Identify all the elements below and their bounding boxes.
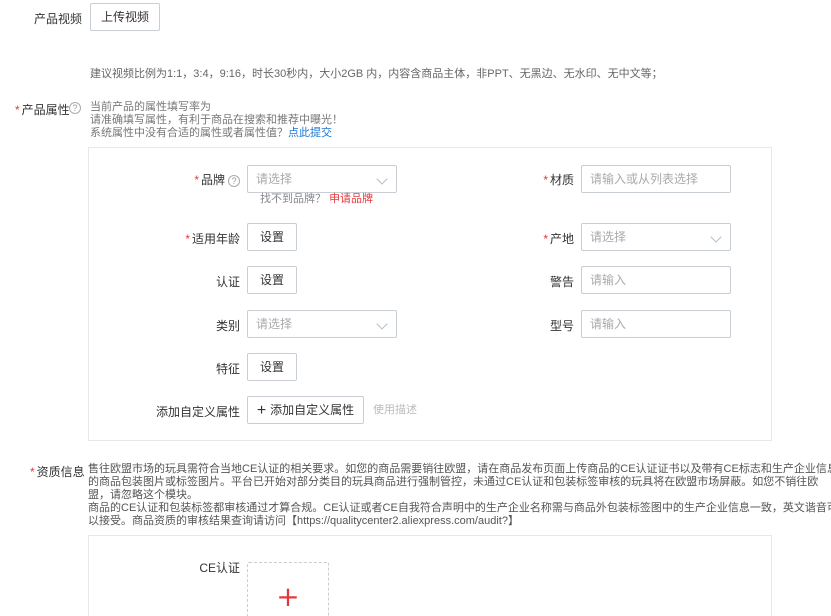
ce-upload-box[interactable]: + bbox=[247, 562, 329, 616]
upload-video-button[interactable]: 上传视频 bbox=[90, 3, 160, 31]
category-select-placeholder: 请选择 bbox=[256, 317, 292, 331]
chevron-down-icon bbox=[376, 318, 387, 329]
model-input[interactable]: 请输入 bbox=[581, 310, 731, 338]
material-label: *材质 bbox=[480, 171, 574, 188]
use-description-hint: 使用描述 bbox=[373, 404, 417, 417]
attributes-label: *产品属性 bbox=[15, 101, 70, 118]
origin-label-text: 产地 bbox=[550, 232, 574, 246]
category-label: 类别 bbox=[150, 317, 240, 334]
qualification-label: *资质信息 bbox=[30, 463, 85, 480]
certification-label: 认证 bbox=[150, 273, 240, 290]
question-circle-icon[interactable]: ? bbox=[228, 175, 240, 187]
submit-attribute-hint: 系统属性中没有合适的属性或者属性值？点此提交 bbox=[90, 127, 332, 140]
apply-brand-link[interactable]: 申请品牌 bbox=[329, 193, 373, 205]
feature-label: 特征 bbox=[150, 360, 240, 377]
plus-icon: + bbox=[257, 402, 266, 419]
video-tip: 建议视频比例为1:1，3:4，9:16，时长30秒内，大小2GB 内，内容含商品… bbox=[90, 68, 663, 81]
add-custom-attribute-text: 添加自定义属性 bbox=[270, 403, 354, 417]
submit-attribute-link[interactable]: 点此提交 bbox=[288, 127, 332, 139]
accuracy-hint: 请准确填写属性，有利于商品在搜索和推荐中曝光！ bbox=[90, 114, 343, 127]
required-mark: * bbox=[543, 173, 548, 187]
certification-setting-button[interactable]: 设置 bbox=[247, 266, 297, 294]
age-label: *适用年龄 bbox=[150, 230, 240, 247]
brand-missing-hint: 找不到品牌？ 申请品牌 bbox=[260, 193, 373, 206]
age-setting-button[interactable]: 设置 bbox=[247, 223, 297, 251]
video-label: 产品视频 bbox=[34, 10, 82, 27]
ce-label: CE认证 bbox=[150, 559, 240, 576]
required-mark: * bbox=[194, 173, 199, 187]
qualification-description: 售往欧盟市场的玩具需符合当地CE认证的相关要求。如您的商品需要销往欧盟，请在商品… bbox=[88, 463, 778, 528]
qualification-text-line: 盟，请忽略这个模块。 bbox=[88, 489, 778, 502]
qualification-label-text: 资质信息 bbox=[37, 465, 85, 479]
required-mark: * bbox=[185, 232, 190, 246]
question-circle-icon[interactable]: ? bbox=[69, 102, 81, 114]
brand-select[interactable]: 请选择 bbox=[247, 165, 397, 193]
plus-icon: + bbox=[248, 583, 328, 611]
origin-select-placeholder: 请选择 bbox=[590, 230, 626, 244]
warning-label: 警告 bbox=[480, 273, 574, 290]
origin-select[interactable]: 请选择 bbox=[581, 223, 731, 251]
brand-label: *品牌? bbox=[150, 171, 240, 188]
custom-attribute-label: 添加自定义属性 bbox=[120, 403, 240, 420]
brand-label-text: 品牌 bbox=[201, 173, 225, 187]
material-label-text: 材质 bbox=[550, 173, 574, 187]
material-input[interactable]: 请输入或从列表选择 bbox=[581, 165, 731, 193]
brand-select-placeholder: 请选择 bbox=[256, 172, 292, 186]
required-mark: * bbox=[543, 232, 548, 246]
qualification-text-line: 的商品包装图片或标签图片。平台已开始对部分类目的玩具商品进行强制管控，未通过CE… bbox=[88, 476, 778, 489]
origin-label: *产地 bbox=[480, 230, 574, 247]
add-custom-attribute-button[interactable]: + 添加自定义属性 bbox=[247, 396, 364, 424]
required-mark: * bbox=[15, 103, 20, 117]
feature-setting-button[interactable]: 设置 bbox=[247, 353, 297, 381]
qualification-text-line: 以接受。商品资质的审核结果查询请访问【https://qualitycenter… bbox=[88, 515, 778, 528]
warning-input[interactable]: 请输入 bbox=[581, 266, 731, 294]
qualification-text-line: 商品的CE认证和包装标签都审核通过才算合规。CE认证或者CE自我符合声明中的生产… bbox=[88, 502, 778, 515]
attributes-label-text: 产品属性 bbox=[22, 103, 70, 117]
brand-missing-text: 找不到品牌？ bbox=[260, 193, 326, 205]
qualification-text-line: 售往欧盟市场的玩具需符合当地CE认证的相关要求。如您的商品需要销往欧盟，请在商品… bbox=[88, 463, 778, 476]
chevron-down-icon bbox=[376, 173, 387, 184]
age-label-text: 适用年龄 bbox=[192, 232, 240, 246]
submit-attribute-hint-text: 系统属性中没有合适的属性或者属性值？ bbox=[90, 127, 288, 139]
category-select[interactable]: 请选择 bbox=[247, 310, 397, 338]
model-label: 型号 bbox=[480, 317, 574, 334]
required-mark: * bbox=[30, 465, 35, 479]
fill-rate-hint: 当前产品的属性填写率为 bbox=[90, 101, 211, 114]
chevron-down-icon bbox=[710, 231, 721, 242]
